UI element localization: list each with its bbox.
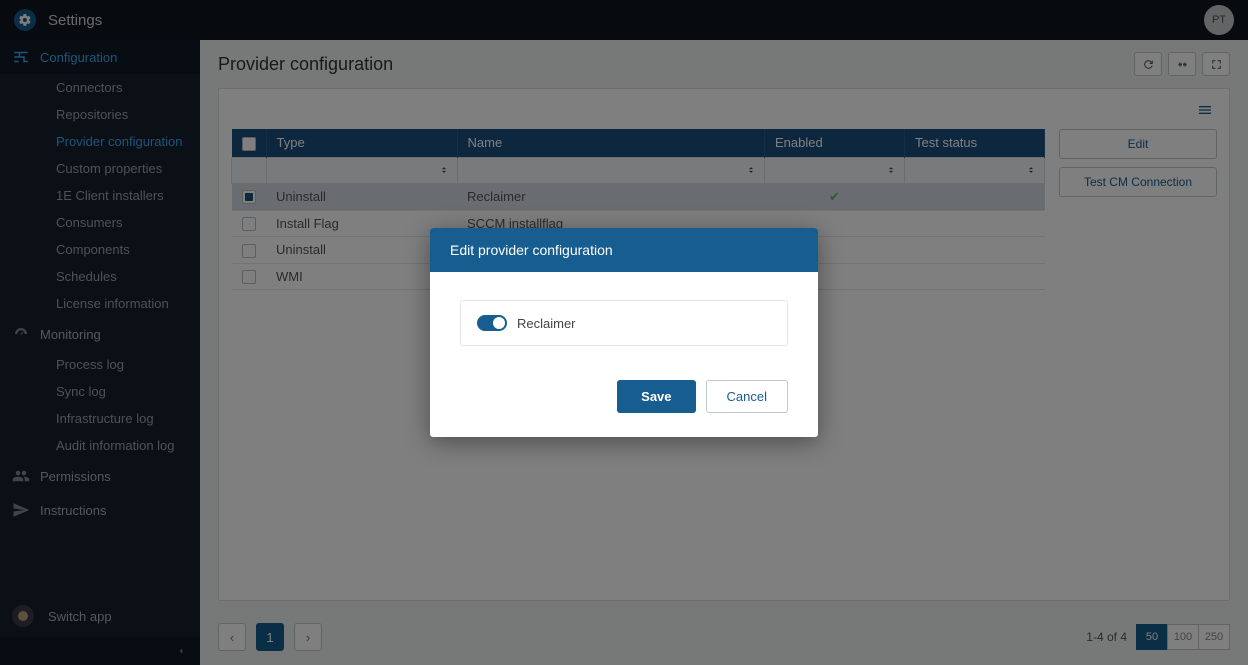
edit-provider-modal: Edit provider configuration Reclaimer Sa…: [430, 228, 818, 437]
modal-cancel-button[interactable]: Cancel: [706, 380, 788, 413]
modal-save-button[interactable]: Save: [617, 380, 695, 413]
modal-title: Edit provider configuration: [430, 228, 818, 272]
reclaimer-toggle[interactable]: [477, 315, 507, 331]
reclaimer-toggle-label: Reclaimer: [517, 316, 576, 331]
